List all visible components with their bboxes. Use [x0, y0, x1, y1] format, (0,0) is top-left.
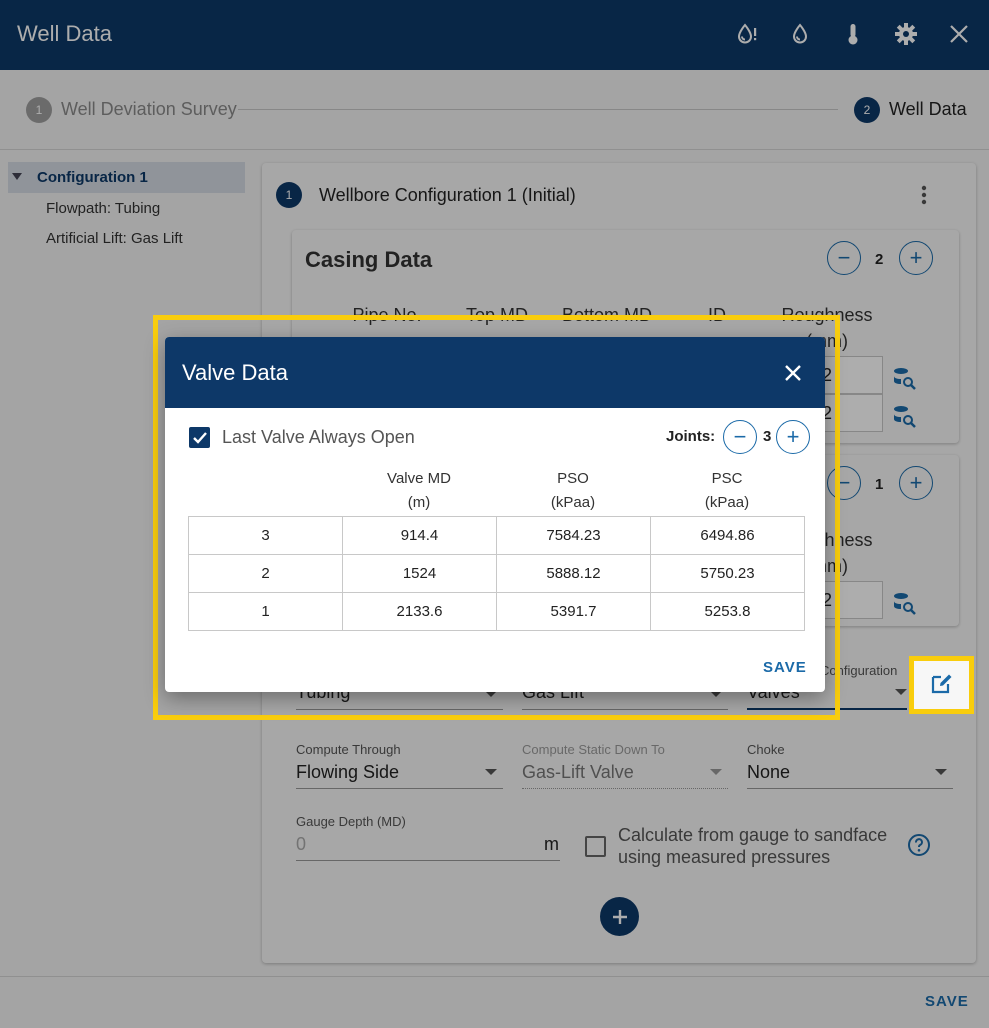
- valve-table: 3 914.4 7584.23 6494.86 2 1524 5888.12 5…: [188, 516, 805, 631]
- table-row: 3 914.4 7584.23 6494.86: [188, 516, 805, 555]
- last-valve-open-checkbox[interactable]: [189, 427, 210, 448]
- col-pso-name: PSO: [557, 470, 589, 487]
- valve-md-cell[interactable]: 914.4: [342, 516, 497, 555]
- valve-number-cell: 1: [188, 592, 343, 631]
- dialog-title: Valve Data: [182, 360, 288, 385]
- pso-cell[interactable]: 7584.23: [496, 516, 651, 555]
- pso-cell[interactable]: 5888.12: [496, 554, 651, 593]
- close-icon[interactable]: [779, 359, 807, 387]
- dialog-header: Valve Data: [165, 337, 825, 408]
- last-valve-open-label: Last Valve Always Open: [222, 427, 415, 447]
- col-pso-unit: (kPaa): [550, 494, 596, 511]
- joints-value: 3: [763, 428, 772, 445]
- psc-cell[interactable]: 5750.23: [650, 554, 805, 593]
- col-valve-md-unit: (m): [407, 494, 431, 511]
- table-row: 2 1524 5888.12 5750.23: [188, 554, 805, 593]
- dialog-save-button[interactable]: SAVE: [763, 659, 807, 676]
- joints-decrement-button[interactable]: −: [723, 420, 757, 454]
- valve-data-dialog: Valve Data Last Valve Always Open Joints…: [165, 337, 825, 692]
- table-row: 1 2133.6 5391.7 5253.8: [188, 592, 805, 631]
- col-valve-md: Valve MD (m): [342, 467, 496, 515]
- valve-md-cell[interactable]: 2133.6: [342, 592, 497, 631]
- edit-icon[interactable]: [930, 671, 954, 695]
- col-psc-name: PSC: [711, 470, 743, 487]
- col-valve-md-name: Valve MD: [387, 470, 451, 487]
- valve-md-cell[interactable]: 1524: [342, 554, 497, 593]
- col-pso: PSO (kPaa): [496, 467, 650, 515]
- valve-number-cell: 2: [188, 554, 343, 593]
- col-psc-unit: (kPaa): [704, 494, 750, 511]
- valve-number-cell: 3: [188, 516, 343, 555]
- pso-cell[interactable]: 5391.7: [496, 592, 651, 631]
- check-icon: [192, 431, 207, 444]
- joints-increment-button[interactable]: +: [776, 420, 810, 454]
- psc-cell[interactable]: 5253.8: [650, 592, 805, 631]
- psc-cell[interactable]: 6494.86: [650, 516, 805, 555]
- joints-label: Joints:: [666, 428, 716, 445]
- col-psc: PSC (kPaa): [650, 467, 804, 515]
